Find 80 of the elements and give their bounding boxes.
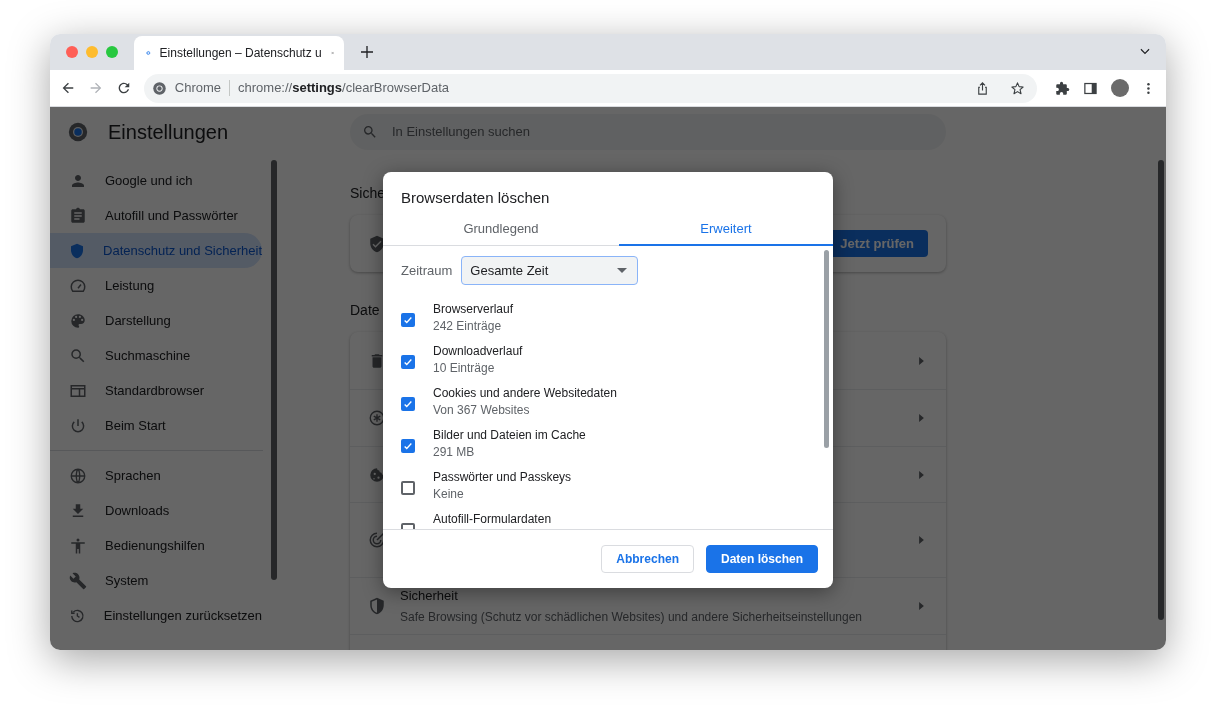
delete-data-button[interactable]: Daten löschen [705,545,818,573]
dialog-tab[interactable]: Erweitert [619,213,833,246]
checkbox[interactable] [401,355,415,369]
sidebar-item[interactable]: Leistung [50,268,262,303]
option-detail: Keine [433,488,465,501]
sidebar-item[interactable]: Darstellung [50,303,262,338]
shield-icon [69,241,85,260]
clipboard-icon [69,206,87,225]
tab-title: Einstellungen – Datenschutz u [159,45,322,62]
puzzle-icon[interactable] [1055,80,1071,96]
checkbox[interactable] [401,439,415,453]
option-label: Cookies und andere Websitedaten [433,387,617,400]
sidebar-item[interactable]: Bedienungshilfen [50,528,262,563]
accessibility-icon [69,536,87,555]
shield-check-icon [368,234,386,253]
page-title: Einstellungen [108,120,229,145]
wrench-icon [69,571,87,590]
globe-icon [69,466,87,485]
checkbox[interactable] [401,313,415,327]
time-range-dropdown[interactable]: Gesamte Zeit [461,256,639,285]
target-icon [368,531,386,549]
sidebar-item[interactable]: Google und ich [50,163,262,198]
caret-icon [617,268,628,273]
chevron-right-icon[interactable] [919,414,924,422]
option-label: Passwörter und Passkeys [433,471,572,484]
search-icon [362,124,378,140]
sidebar-item[interactable]: Einstellungen zurücksetzen [50,598,262,633]
scrollbar[interactable] [271,160,277,580]
checkmark-icon [403,315,413,325]
browser-logo-icon [151,80,167,96]
option-label: Bilder und Dateien im Cache [433,429,586,442]
url-text: chrome://settings/clearBrowserData [238,79,449,98]
option-detail: 242 Einträge [433,320,503,333]
section-heading: Date [350,301,380,318]
sidebar-item[interactable]: Standardbrowser [50,373,262,408]
chevron-right-icon[interactable] [919,602,924,610]
chevron-right-icon[interactable] [919,470,924,479]
side-panel-icon[interactable] [1083,80,1099,96]
cookie-icon [368,465,386,484]
option-label: Browserverlauf [433,303,514,316]
sidebar-item[interactable]: Autofill und Passwörter [50,198,262,233]
checkmark-icon [403,399,413,409]
sidebar-item[interactable]: System [50,563,262,598]
browser-logo-icon [68,122,88,142]
chevron-right-icon[interactable] [919,536,924,544]
site-label: Chrome [174,79,221,98]
checkbox[interactable] [401,481,415,495]
field-label: Zeitraum [401,261,453,280]
star-icon[interactable] [1010,80,1026,96]
checkmark-icon [403,357,413,367]
row-title: Sicherheit [400,586,459,605]
browser-tab[interactable]: Einstellungen – Datenschutz u [134,36,344,70]
checkbox[interactable] [401,397,415,411]
shield-icon [368,597,386,615]
option-detail: Von 367 Websites [433,404,531,417]
section-heading: Siche [350,184,386,201]
cancel-button[interactable]: Abbrechen [601,545,694,573]
back-icon[interactable] [60,80,76,96]
close-window-icon[interactable] [66,46,78,58]
scrollbar[interactable] [1158,160,1164,620]
option-detail: 10 Einträge [433,362,496,375]
option-label: Downloadverlauf [433,345,523,358]
palette-icon [69,311,87,330]
power-icon [69,416,87,435]
sidebar-item[interactable]: Beim Start [50,408,262,443]
sidebar-item[interactable]: Datenschutz und Sicherheit [50,233,262,268]
address-bar[interactable]: Chrome chrome://settings/clearBrowserData [143,73,1038,103]
checkmark-icon [403,441,413,451]
sidebar-item[interactable]: Sprachen [50,458,262,493]
dialog-title: Browserdaten löschen [400,188,551,208]
option-label: Autofill-Formulardaten [433,513,552,526]
option-detail: 291 MB [433,446,476,459]
avatar-icon[interactable] [1111,79,1130,97]
row-description: Safe Browsing (Schutz vor schädlichen Websites) und andere Sicherheitseinstellungen [400,609,864,627]
sidebar-item[interactable]: Downloads [50,493,262,528]
scrollbar[interactable] [824,250,829,448]
dialog-tab[interactable]: Grundlegend [383,213,619,246]
sidebar-item[interactable]: Suchmaschine [50,338,262,373]
search-icon [69,346,87,365]
chevron-right-icon[interactable] [919,356,924,365]
